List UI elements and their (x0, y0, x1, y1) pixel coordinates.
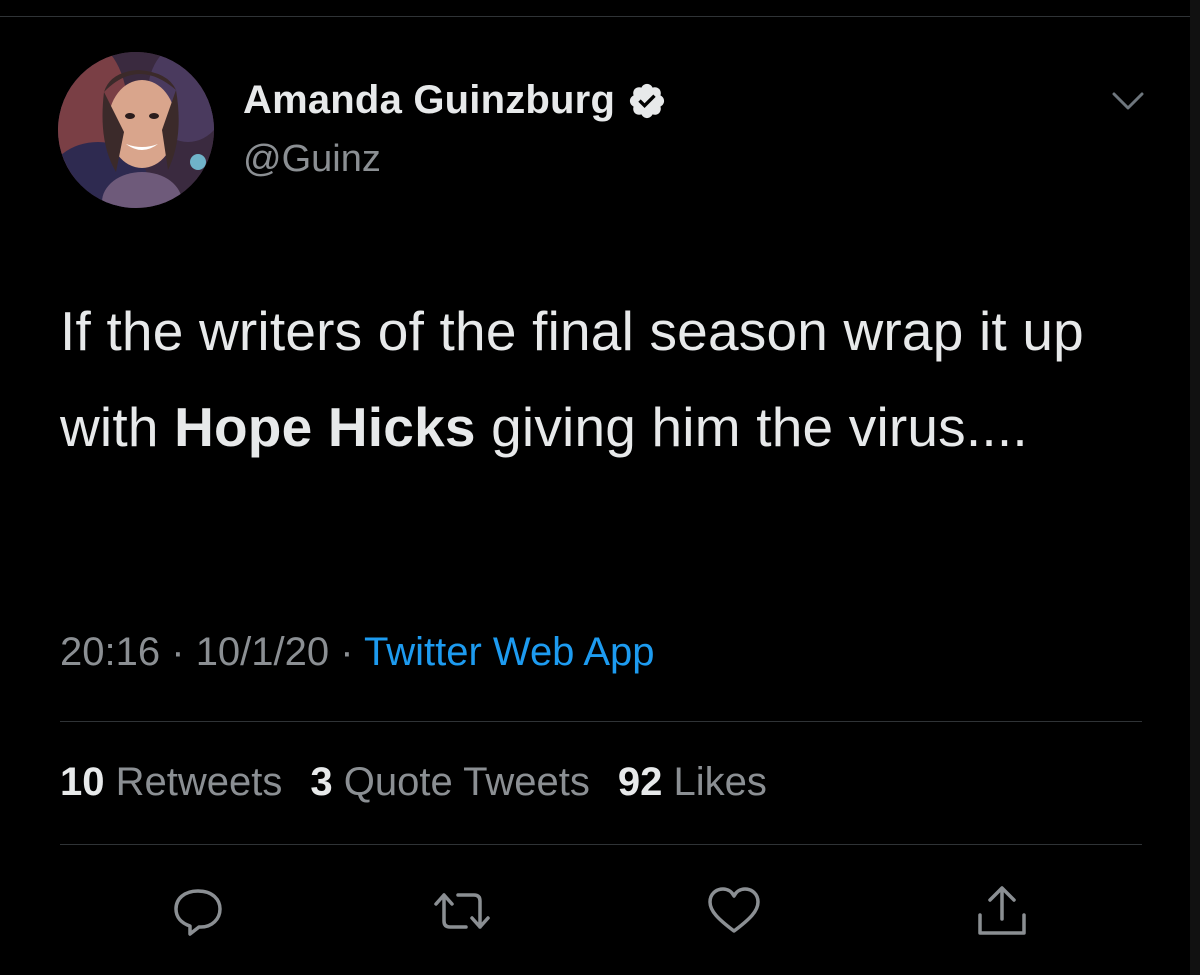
reply-icon (174, 889, 222, 936)
user-handle[interactable]: @Guinz (243, 138, 381, 181)
quotes-count: 3 (310, 760, 333, 804)
share-button[interactable] (972, 883, 1032, 939)
quotes-stat[interactable]: 3 Quote Tweets (310, 760, 589, 804)
tweet-meta: 20:16 · 10/1/20 · Twitter Web App (60, 630, 655, 675)
quotes-label: Quote Tweets (343, 760, 590, 804)
tweet-time[interactable]: 20:16 (60, 630, 160, 674)
like-button[interactable] (704, 883, 764, 939)
tweet-text-bold: Hope Hicks (174, 396, 476, 458)
share-icon (978, 886, 1026, 935)
likes-stat[interactable]: 92 Likes (618, 760, 767, 804)
likes-label: Likes (673, 760, 767, 804)
scroll-edge (1190, 0, 1200, 975)
tweet-date[interactable]: 10/1/20 (196, 630, 329, 674)
author-name-row[interactable]: Amanda Guinzburg (243, 78, 667, 123)
tweet-source-link[interactable]: Twitter Web App (364, 630, 655, 674)
retweet-button[interactable] (432, 883, 492, 939)
retweets-stat[interactable]: 10 Retweets (60, 760, 282, 804)
reply-button[interactable] (168, 883, 228, 939)
likes-count: 92 (617, 760, 663, 804)
meta-separator-2: · (340, 630, 354, 674)
display-name[interactable]: Amanda Guinzburg (243, 78, 615, 123)
retweets-count: 10 (60, 760, 105, 804)
tweet-text: If the writers of the final season wrap … (60, 283, 1150, 475)
engagement-stats: 10 Retweets 3 Quote Tweets 92 Likes (60, 760, 767, 805)
retweets-label: Retweets (115, 760, 283, 804)
stats-top-divider (60, 721, 1142, 722)
tweet-text-part2: giving him the virus.... (475, 396, 1028, 458)
avatar-photo (58, 52, 214, 208)
actions-top-divider (60, 844, 1142, 845)
top-divider (0, 16, 1200, 17)
chevron-down-icon[interactable] (1108, 86, 1148, 116)
heart-icon (708, 887, 760, 933)
meta-separator: · (171, 630, 185, 674)
verified-badge-icon (630, 83, 665, 118)
avatar[interactable] (58, 52, 214, 208)
retweet-icon (434, 893, 490, 929)
